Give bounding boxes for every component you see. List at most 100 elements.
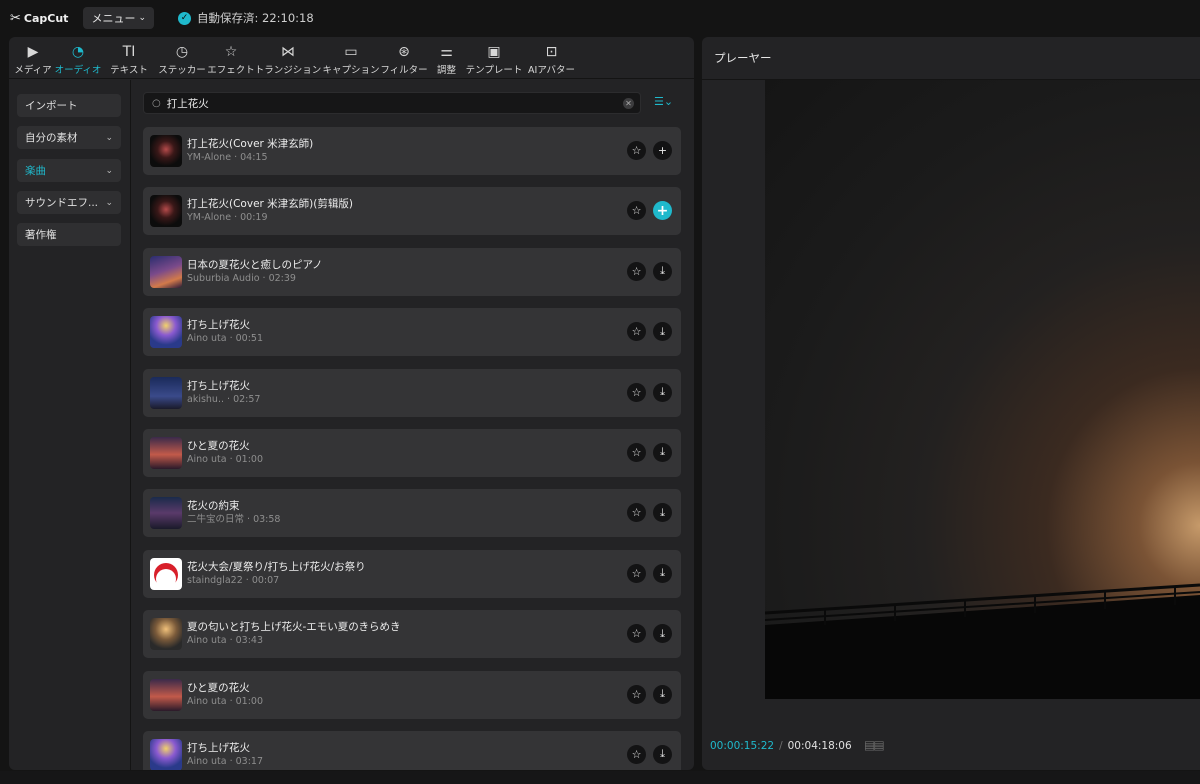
track-meta: 二牛宝の日常 · 03:58 — [187, 513, 280, 527]
search-input[interactable]: ○ 打上花火 ✕ — [143, 92, 641, 114]
track-row[interactable]: ひと夏の花火 Aino uta · 01:00 ☆ ⤓ — [143, 428, 681, 477]
autosave-text: 自動保存済: 22:10:18 — [197, 11, 314, 25]
meta-dot: · — [226, 635, 236, 647]
track-row[interactable]: 打上花火(Cover 米津玄師) YM-Alone · 04:15 ☆ + — [143, 127, 681, 175]
download-icon[interactable]: ⤓ — [653, 322, 672, 342]
track-meta: Suburbia Audio · 02:39 — [187, 272, 323, 286]
track-row[interactable]: 日本の夏花火と癒しのピアノ Suburbia Audio · 02:39 ☆ ⤓ — [143, 247, 681, 296]
tab-audio[interactable]: ◔ オーディオ — [53, 37, 103, 79]
favorite-star-icon[interactable]: ☆ — [627, 624, 646, 644]
tab-label: フィルター — [380, 65, 428, 76]
favorite-star-icon[interactable]: ☆ — [627, 322, 646, 342]
favorite-star-icon[interactable]: ☆ — [627, 503, 646, 523]
track-duration: 00:07 — [251, 574, 280, 586]
add-plus-icon[interactable]: + — [653, 141, 672, 160]
current-time: 00:00:15:22 — [710, 740, 775, 752]
tab-transition[interactable]: ⋈ トランジション — [253, 37, 323, 79]
track-row[interactable]: 打上花火(Cover 米津玄師)(剪辑版) YM-Alone · 00:19 ☆ + — [143, 187, 681, 236]
waveform-grid-icon[interactable]: ▤▤ — [864, 738, 885, 752]
tab-template[interactable]: ▣ テンプレート — [464, 37, 524, 79]
download-icon[interactable]: ⤓ — [653, 684, 672, 704]
download-icon[interactable]: ⤓ — [653, 442, 672, 462]
track-meta: Aino uta · 03:43 — [187, 634, 400, 648]
track-info: 打ち上げ花火 akishu.. · 02:57 — [187, 379, 260, 407]
ai-avatar-icon: ⊡ — [545, 44, 558, 60]
app-name: CapCut — [23, 11, 69, 25]
tab-sticker[interactable]: ◷ ステッカー — [155, 37, 209, 79]
adjust-icon: ⚌ — [440, 44, 453, 60]
track-actions: ☆ + — [620, 141, 672, 160]
video-preview[interactable] — [765, 80, 1200, 699]
audio-icon: ◔ — [71, 44, 85, 60]
tab-caption[interactable]: ▭ キャプション — [323, 37, 380, 79]
tab-adjust[interactable]: ⚌ 調整 — [429, 37, 464, 79]
track-duration: 01:00 — [235, 695, 264, 707]
tab-ai-avatar[interactable]: ⊡ AIアバター — [524, 37, 579, 79]
favorite-star-icon[interactable]: ☆ — [627, 261, 646, 281]
media-icon: ▶ — [27, 44, 39, 60]
track-actions: ☆ ⤓ — [620, 624, 672, 644]
track-artist: Aino uta — [187, 695, 227, 707]
track-artist: Aino uta — [187, 333, 227, 345]
track-actions: ☆ ⤓ — [620, 744, 672, 764]
meta-dot: · — [231, 152, 241, 163]
filter-sort-icon[interactable]: ☰⌄ — [654, 95, 673, 108]
sidebar-item-4[interactable]: 著作権 — [17, 223, 121, 246]
tab-media[interactable]: ▶ メディア — [13, 37, 53, 79]
sidebar-item-0[interactable]: インポート — [17, 94, 121, 117]
track-info: 打上花火(Cover 米津玄師) YM-Alone · 04:15 — [187, 137, 313, 165]
clear-search-icon[interactable]: ✕ — [623, 98, 634, 109]
add-plus-icon[interactable]: + — [653, 201, 672, 221]
favorite-star-icon[interactable]: ☆ — [627, 201, 646, 221]
track-duration: 01:00 — [235, 453, 264, 465]
download-icon[interactable]: ⤓ — [653, 261, 672, 281]
track-thumbnail — [150, 376, 182, 409]
track-row[interactable]: 打ち上げ花火 Aino uta · 03:17 ☆ ⤓ — [143, 730, 681, 770]
favorite-star-icon[interactable]: ☆ — [627, 442, 646, 462]
download-icon[interactable]: ⤓ — [653, 382, 672, 402]
track-artist: YM-Alone — [187, 212, 232, 224]
track-row[interactable]: 花火大会/夏祭り/打ち上げ花火/お祭り staindgla22 · 00:07 ☆ ⤓ — [143, 549, 681, 598]
tab-effect[interactable]: ☆ エフェクト — [207, 37, 255, 79]
favorite-star-icon[interactable]: ☆ — [627, 684, 646, 704]
track-duration: 02:57 — [233, 393, 261, 405]
track-row[interactable]: 夏の匂いと打ち上げ花火-エモい夏のきらめき Aino uta · 03:43 ☆ ⤓ — [143, 610, 681, 659]
autosave-status: ✓ 自動保存済: 22:10:18 — [178, 10, 314, 26]
track-thumbnail — [150, 436, 182, 469]
tab-label: 調整 — [436, 65, 456, 76]
download-icon[interactable]: ⤓ — [653, 624, 672, 644]
tab-label: ステッカー — [158, 65, 206, 76]
track-info: ひと夏の花火 Aino uta · 01:00 — [187, 681, 263, 709]
meta-dot: · — [226, 695, 236, 707]
track-actions: ☆ ⤓ — [620, 322, 672, 342]
track-actions: ☆ ⤓ — [620, 563, 672, 583]
track-actions: ☆ + — [620, 201, 672, 221]
fireworks-scene — [765, 583, 1200, 699]
sidebar-item-1[interactable]: 自分の素材 ⌄ — [17, 126, 121, 149]
favorite-star-icon[interactable]: ☆ — [627, 382, 646, 402]
favorite-star-icon[interactable]: ☆ — [627, 141, 646, 160]
track-artist: 二牛宝の日常 — [187, 514, 245, 526]
track-duration: 03:58 — [253, 514, 281, 526]
favorite-star-icon[interactable]: ☆ — [627, 563, 646, 583]
track-row[interactable]: 打ち上げ花火 Aino uta · 00:51 ☆ ⤓ — [143, 308, 681, 357]
tab-filter[interactable]: ⊛ フィルター — [379, 37, 429, 79]
sidebar-item-2[interactable]: 楽曲 ⌄ — [17, 159, 121, 182]
sticker-icon: ◷ — [175, 44, 189, 60]
track-info: 花火大会/夏祭り/打ち上げ花火/お祭り staindgla22 · 00:07 — [187, 560, 366, 588]
sidebar-item-3[interactable]: サウンドエフ... ⌄ — [17, 191, 121, 214]
track-row[interactable]: 打ち上げ花火 akishu.. · 02:57 ☆ ⤓ — [143, 368, 681, 417]
download-icon[interactable]: ⤓ — [653, 503, 672, 523]
track-meta: YM-Alone · 04:15 — [187, 151, 313, 165]
menu-button[interactable]: メニュー ⌄ — [83, 7, 154, 29]
app-logo: ✂ CapCut — [10, 11, 68, 26]
download-icon[interactable]: ⤓ — [653, 563, 672, 583]
track-row[interactable]: 花火の約束 二牛宝の日常 · 03:58 ☆ ⤓ — [143, 489, 681, 538]
tab-text[interactable]: TI テキスト — [103, 37, 155, 79]
download-icon[interactable]: ⤓ — [653, 744, 672, 764]
tab-label: AIアバター — [528, 65, 575, 76]
favorite-star-icon[interactable]: ☆ — [627, 744, 646, 764]
track-row[interactable]: ひと夏の花火 Aino uta · 01:00 ☆ ⤓ — [143, 670, 681, 719]
meta-dot: · — [226, 755, 236, 767]
meta-dot: · — [244, 514, 254, 526]
